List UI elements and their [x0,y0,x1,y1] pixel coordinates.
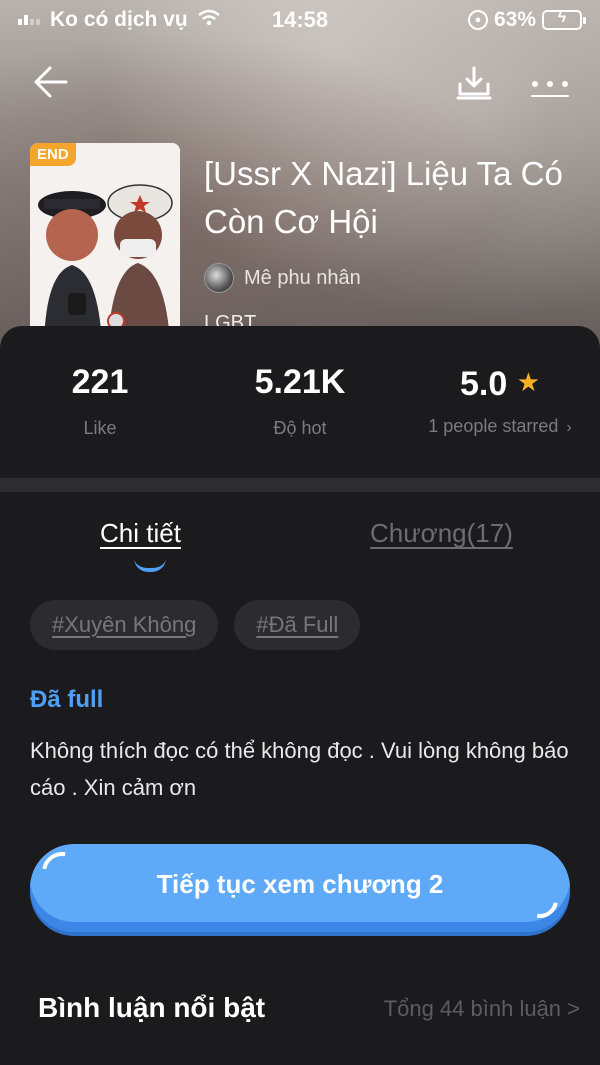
clock: 14:58 [271,7,329,32]
total-comments-link[interactable]: Tổng 44 bình luận > [384,996,580,1022]
tag-list: #Xuyên Không #Đã Full [30,600,361,650]
stat-rating[interactable]: 5.0 ★ 1 people starred › [400,362,600,439]
back-arrow-icon[interactable] [30,62,70,102]
book-cover[interactable]: END [30,143,180,343]
shine-decoration [34,844,90,900]
download-icon[interactable] [456,62,492,102]
shine-decoration [514,874,566,926]
stat-hot: 5.21K Độ hot [200,362,400,439]
chevron-right-icon: › [566,419,572,436]
status-bar: Ko có dịch vụ 14:58 ● 63% ϟ [0,0,600,40]
book-description: Không thích đọc có thể không đọc . Vui l… [30,738,569,800]
author[interactable]: Mê phu nhân [204,263,361,293]
tag-chip[interactable]: #Xuyên Không [30,600,219,650]
detail-panel: 221 Like 5.21K Độ hot 5.0 ★ 1 people sta… [0,326,600,1065]
continue-reading-button[interactable]: Tiếp tục xem chương 2 [30,844,570,932]
active-tab-indicator [134,558,166,572]
likes-label: Like [83,418,117,438]
section-divider [0,478,600,492]
tab-detail[interactable]: Chi tiết [100,518,181,549]
more-icon[interactable] [530,62,570,102]
cover-illustration [30,143,180,343]
star-icon: ★ [516,367,541,397]
stat-likes: 221 Like [0,362,200,439]
completion-status: Đã full [30,686,104,713]
continue-reading-label: Tiếp tục xem chương 2 [156,868,444,899]
top-navigation [30,58,570,106]
rating-label: 1 people starred [428,416,559,436]
tag-chip[interactable]: #Đã Full [234,600,361,650]
hot-value: 5.21K [254,363,346,401]
author-name: Mê phu nhân [244,266,361,289]
battery-charging-icon: ϟ [542,9,586,30]
tab-chapters[interactable]: Chương(17) [370,518,513,549]
hot-label: Độ hot [273,418,327,438]
likes-value: 221 [71,363,129,401]
featured-comments-title: Bình luận nổi bật [38,992,266,1023]
book-title: [Ussr X Nazi] Liệu Ta Có Còn Cơ Hội [204,155,563,240]
stats-row: 221 Like 5.21K Độ hot 5.0 ★ 1 people sta… [0,362,600,439]
avatar [204,263,234,293]
end-badge: END [30,143,76,166]
rating-value: 5.0 [459,365,508,403]
